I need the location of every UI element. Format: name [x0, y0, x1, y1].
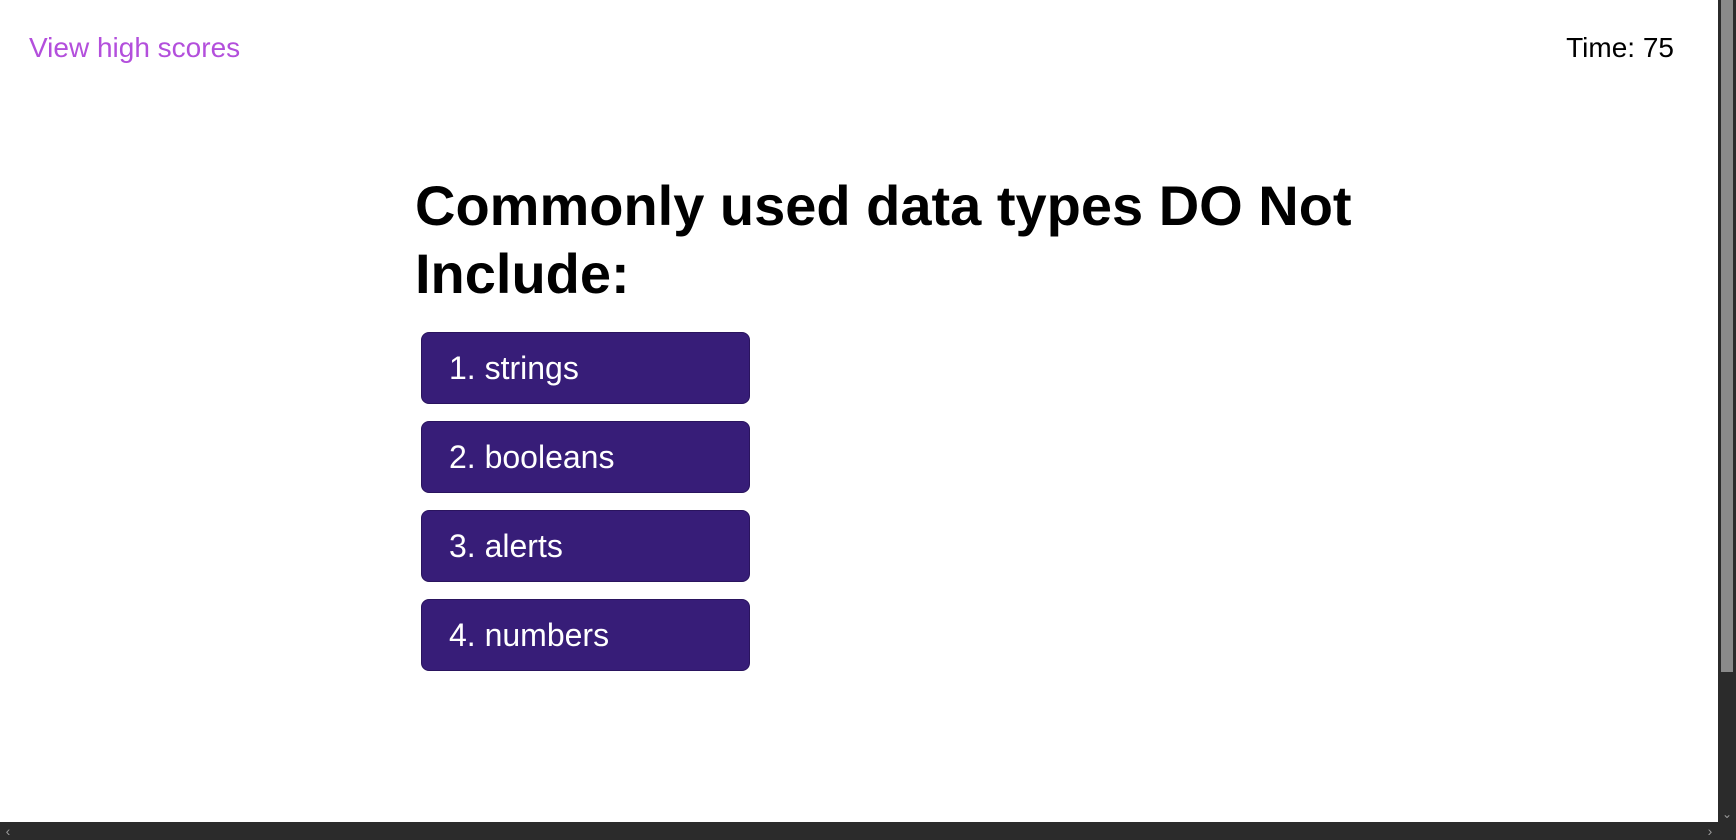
- chevron-left-icon[interactable]: ‹: [0, 822, 16, 840]
- answer-button-3[interactable]: 3. alerts: [421, 510, 750, 582]
- answer-button-1[interactable]: 1. strings: [421, 332, 750, 404]
- timer: Time: 75: [1566, 30, 1674, 66]
- view-high-scores-link[interactable]: View high scores: [29, 30, 240, 66]
- horizontal-scrollbar[interactable]: ‹ ›: [0, 822, 1736, 840]
- chevron-right-icon[interactable]: ›: [1702, 822, 1718, 840]
- answer-button-2[interactable]: 2. booleans: [421, 421, 750, 493]
- timer-label: Time:: [1566, 32, 1636, 63]
- quiz-container: Commonly used data types DO Not Include:…: [415, 172, 1355, 688]
- vertical-scrollbar[interactable]: ⌄: [1718, 0, 1736, 822]
- timer-value: 75: [1642, 32, 1674, 63]
- answer-list: 1. strings 2. booleans 3. alerts 4. numb…: [415, 332, 1355, 671]
- question-title: Commonly used data types DO Not Include:: [415, 174, 1352, 305]
- vertical-scrollbar-thumb[interactable]: [1721, 0, 1733, 672]
- chevron-down-icon[interactable]: ⌄: [1718, 806, 1736, 822]
- page-viewport: View high scores Time: 75 Commonly used …: [0, 0, 1718, 822]
- answer-button-4[interactable]: 4. numbers: [421, 599, 750, 671]
